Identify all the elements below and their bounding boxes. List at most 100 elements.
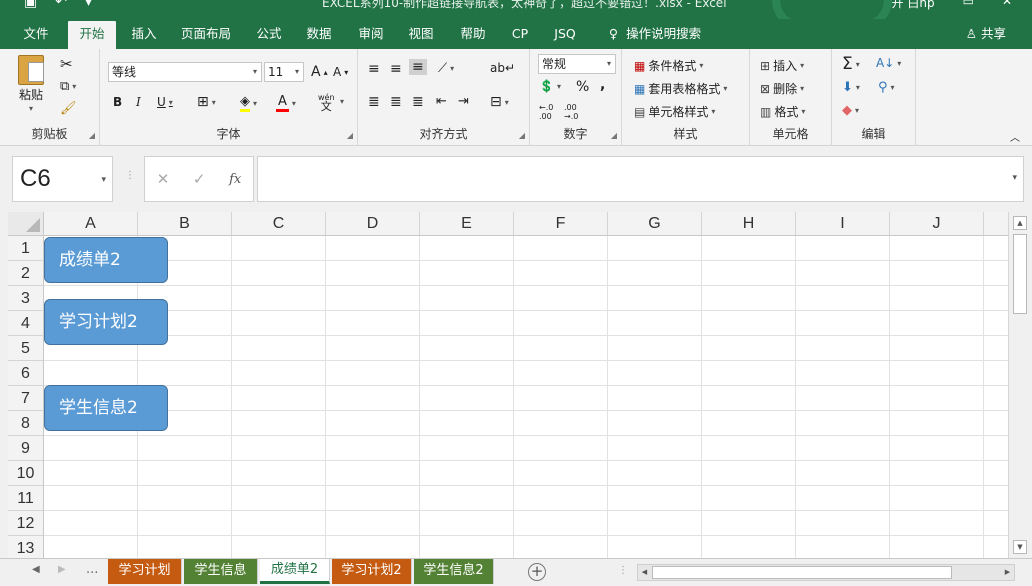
scroll-right-icon[interactable]: ▶ <box>1001 566 1014 579</box>
row-header-7[interactable]: 7 <box>8 386 44 411</box>
find-select-button[interactable]: ⚲ ▾ <box>878 80 895 95</box>
wrap-text-icon[interactable]: ab↵ <box>490 61 515 75</box>
horizontal-scrollbar[interactable]: ◀ ▶ <box>637 564 1015 581</box>
next-sheet-icon[interactable]: ▶ <box>58 564 66 575</box>
fill-button[interactable]: ⬇ ▾ <box>842 80 860 95</box>
phonetic-dropdown[interactable]: ▾ <box>340 97 344 106</box>
copy-icon[interactable]: ⧉ ▾ <box>60 79 76 94</box>
underline-button[interactable]: U ▾ <box>157 95 173 109</box>
decrease-decimal-button[interactable]: .00 →.0 <box>564 103 586 121</box>
shrink-font-button[interactable]: A ▾ <box>333 65 348 79</box>
tell-me-search[interactable]: ♀ 操作说明搜索 <box>600 19 710 49</box>
formula-input[interactable]: ▾ <box>257 156 1024 202</box>
align-bottom-icon[interactable]: ≡ <box>409 59 427 75</box>
cancel-icon[interactable]: ✕ <box>157 170 170 188</box>
align-right-icon[interactable]: ≣ <box>412 94 424 110</box>
row-header-6[interactable]: 6 <box>8 361 44 386</box>
tab-review[interactable]: 审阅 <box>350 19 392 49</box>
italic-button[interactable]: I <box>136 95 141 109</box>
more-sheets-button[interactable]: ... <box>86 562 98 577</box>
column-header-j[interactable]: J <box>890 212 984 236</box>
dialog-launcher-icon[interactable]: ◢ <box>519 131 525 140</box>
splitter-handle[interactable]: ⋮ <box>125 170 135 181</box>
format-cells-button[interactable]: ▥ 格式 ▾ <box>760 103 805 120</box>
conditional-format-button[interactable]: ▦ 条件格式 ▾ <box>634 57 703 74</box>
share-button[interactable]: ♙ 共享 <box>966 19 1006 49</box>
row-header-12[interactable]: 12 <box>8 511 44 536</box>
select-all-button[interactable] <box>8 212 44 236</box>
collapse-ribbon-icon[interactable]: ︿ <box>1010 129 1020 144</box>
column-header-d[interactable]: D <box>326 212 420 236</box>
number-format-combo[interactable]: 常规 ▾ <box>538 54 616 74</box>
sheet-tab-student-info2[interactable]: 学生信息2 <box>414 559 494 584</box>
increase-decimal-button[interactable]: ←.0 .00 <box>539 103 561 121</box>
row-header-1[interactable]: 1 <box>8 236 44 261</box>
font-color-button[interactable]: A ▾ <box>276 94 296 112</box>
percent-button[interactable]: % <box>576 79 589 95</box>
row-header-5[interactable]: 5 <box>8 336 44 361</box>
customize-icon[interactable]: ▾ <box>85 0 92 10</box>
dialog-launcher-icon[interactable]: ◢ <box>89 131 95 140</box>
phonetic-button[interactable]: wén 文 <box>318 93 335 112</box>
font-size-combo[interactable]: 11 ▾ <box>264 62 304 82</box>
column-header-f[interactable]: F <box>514 212 608 236</box>
align-left-icon[interactable]: ≣ <box>368 94 380 110</box>
tab-insert[interactable]: 插入 <box>124 19 164 49</box>
column-header-e[interactable]: E <box>420 212 514 236</box>
format-as-table-button[interactable]: ▦ 套用表格格式 ▾ <box>634 80 727 97</box>
scroll-down-icon[interactable]: ▼ <box>1013 540 1027 554</box>
tab-data[interactable]: 数据 <box>298 19 340 49</box>
delete-cells-button[interactable]: ⊠ 删除 ▾ <box>760 80 804 97</box>
cut-icon[interactable]: ✂ <box>60 55 73 73</box>
row-header-2[interactable]: 2 <box>8 261 44 286</box>
orientation-button[interactable]: ⟋ ▾ <box>438 61 454 76</box>
worksheet-grid[interactable]: A B C D E F G H I J 1 2 3 4 5 6 7 8 9 10… <box>8 212 1008 558</box>
row-header-4[interactable]: 4 <box>8 311 44 336</box>
cell-styles-button[interactable]: ▤ 单元格样式 ▾ <box>634 103 715 120</box>
row-header-8[interactable]: 8 <box>8 411 44 436</box>
insert-cells-button[interactable]: ⊞ 插入 ▾ <box>760 57 804 74</box>
grow-font-button[interactable]: A ▴ <box>311 64 328 80</box>
format-painter-icon[interactable]: 🖌 <box>60 101 77 116</box>
autosum-button[interactable]: Σ ▾ <box>842 54 860 74</box>
font-name-combo[interactable]: 等线 ▾ <box>108 62 262 82</box>
paste-button[interactable]: 粘贴 ▾ <box>18 55 44 113</box>
row-header-10[interactable]: 10 <box>8 461 44 486</box>
scroll-left-icon[interactable]: ◀ <box>638 566 651 579</box>
column-header-a[interactable]: A <box>44 212 138 236</box>
tab-home[interactable]: 开始 <box>68 21 116 49</box>
column-header-h[interactable]: H <box>702 212 796 236</box>
row-header-11[interactable]: 11 <box>8 486 44 511</box>
comma-style-button[interactable]: , <box>600 77 605 93</box>
align-middle-icon[interactable]: ≡ <box>390 61 402 77</box>
horizontal-scroll-thumb[interactable] <box>652 566 952 579</box>
undo-icon[interactable]: ↶ <box>55 0 67 10</box>
vertical-scrollbar[interactable]: ▲ ▼ <box>1008 212 1030 558</box>
tab-page-layout[interactable]: 页面布局 <box>174 19 238 49</box>
enter-icon[interactable]: ✓ <box>193 170 206 188</box>
tab-splitter-handle[interactable]: ⋮ <box>618 565 628 576</box>
increase-indent-icon[interactable]: ⇥ <box>458 94 469 109</box>
tab-formulas[interactable]: 公式 <box>248 19 290 49</box>
prev-sheet-icon[interactable]: ◀ <box>32 564 40 575</box>
sheet-tab-student-info[interactable]: 学生信息 <box>184 559 258 584</box>
row-header-13[interactable]: 13 <box>8 536 44 558</box>
cell-area[interactable] <box>44 236 1008 558</box>
align-center-icon[interactable]: ≣ <box>390 94 402 110</box>
column-header-k[interactable] <box>984 212 1008 236</box>
tab-help[interactable]: 帮助 <box>452 19 494 49</box>
tab-jsq[interactable]: JSQ <box>548 19 582 49</box>
column-header-i[interactable]: I <box>796 212 890 236</box>
clear-button[interactable]: ◆ ▾ <box>842 103 859 118</box>
align-top-icon[interactable]: ≡ <box>368 61 380 77</box>
column-header-c[interactable]: C <box>232 212 326 236</box>
sheet-tab-study-plan2[interactable]: 学习计划2 <box>332 559 412 584</box>
sheet-tab-study-plan[interactable]: 学习计划 <box>108 559 182 584</box>
bold-button[interactable]: B <box>113 95 122 109</box>
user-name[interactable]: 开 白hp <box>892 0 935 11</box>
tab-file[interactable]: 文件 <box>14 19 58 49</box>
vertical-scroll-thumb[interactable] <box>1013 234 1027 314</box>
add-sheet-icon[interactable]: + <box>528 563 546 581</box>
tab-cp[interactable]: CP <box>504 19 536 49</box>
row-header-3[interactable]: 3 <box>8 286 44 311</box>
